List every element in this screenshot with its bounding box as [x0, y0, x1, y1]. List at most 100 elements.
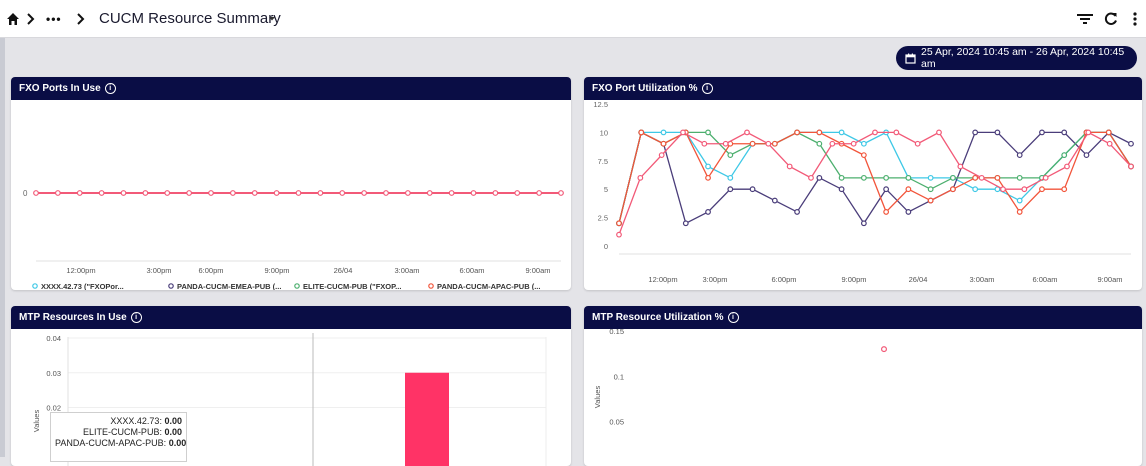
x-tick-label: 6:00pm: [198, 266, 223, 275]
legend-label: ELITE-CUCM-PUB ("FXOP...: [303, 282, 401, 290]
info-icon[interactable]: i: [104, 83, 116, 94]
data-point: [33, 190, 39, 196]
data-point: [936, 129, 942, 136]
data-point: [426, 190, 433, 196]
tooltip-row: ELITE-CUCM-PUB: 0.00: [82, 427, 182, 437]
data-point: [771, 140, 778, 147]
data-point: [1042, 174, 1049, 181]
page-title: CUCM Resource Summary: [99, 10, 281, 27]
data-point: [950, 186, 956, 193]
refresh-icon[interactable]: [1104, 0, 1118, 37]
legend-marker: [32, 283, 38, 289]
data-point: [972, 174, 979, 181]
x-tick-label: 6:00pm: [771, 275, 796, 284]
data-point: [957, 163, 964, 170]
data-point: [339, 190, 346, 196]
data-point: [142, 190, 149, 196]
legend-marker: [168, 283, 174, 289]
data-point: [705, 129, 711, 136]
data-point: [838, 129, 845, 136]
title-dropdown-icon[interactable]: [268, 0, 276, 37]
info-icon[interactable]: i: [727, 312, 739, 323]
data-point: [208, 190, 214, 196]
y-tick-label: 5: [604, 185, 608, 194]
data-point: [905, 186, 912, 193]
data-point: [120, 190, 127, 196]
bar: [405, 372, 449, 466]
panel-title: FXO Ports In Use: [19, 83, 101, 94]
data-point: [98, 190, 105, 196]
legend-marker: [294, 283, 300, 289]
left-rail: [0, 38, 5, 457]
date-range-button[interactable]: 25 Apr, 2024 10:45 am - 26 Apr, 2024 10:…: [896, 46, 1137, 70]
data-point: [794, 209, 800, 215]
fxo-utilization-chart: 0 2.5 5 7.5 10 12.5 12:00pm 3:00pm 6:00pm 9:00pm 2…: [593, 100, 1134, 284]
data-point: [749, 186, 756, 193]
panel-header: FXO Ports In Use i: [11, 77, 571, 100]
data-point: [838, 174, 845, 181]
fxo-ports-chart: 0 12:00pm 3:00pm 6:00pm 9:00pm 26/04 3:00am 6:0…: [23, 189, 564, 290]
data-point: [660, 129, 667, 136]
y-tick-label: 0.15: [609, 329, 624, 336]
panel-fxo-ports-in-use: FXO Ports In Use i 0 12:00pm 3:00pm 6:00pm 9…: [11, 77, 571, 290]
data-point: [164, 190, 171, 196]
x-tick-label: 6:00am: [1032, 275, 1057, 284]
data-point: [616, 231, 622, 238]
data-point: [1039, 129, 1045, 136]
data-point: [536, 190, 543, 196]
data-point: [1061, 129, 1068, 136]
data-point: [905, 174, 912, 181]
home-icon[interactable]: [6, 0, 20, 37]
calendar-icon: [905, 53, 916, 64]
info-icon[interactable]: i: [130, 312, 142, 323]
data-point: [361, 190, 368, 196]
data-point: [972, 129, 979, 136]
x-tick-label: 26/04: [334, 266, 353, 275]
data-point: [994, 174, 1001, 181]
data-point: [705, 174, 711, 181]
data-point: [682, 220, 689, 227]
data-point: [1128, 163, 1134, 170]
data-point: [883, 209, 890, 215]
data-point: [860, 220, 867, 227]
x-tick-label: 3:00am: [969, 275, 994, 284]
more-vertical-icon[interactable]: [1133, 0, 1137, 37]
y-axis-label: Values: [32, 410, 41, 433]
data-point: [860, 174, 867, 181]
x-tick-label: 9:00pm: [841, 275, 866, 284]
x-tick-label: 9:00am: [1097, 275, 1122, 284]
data-point: [1083, 152, 1090, 159]
data-point: [705, 163, 711, 170]
data-point: [771, 197, 778, 204]
data-point: [616, 220, 622, 227]
info-icon[interactable]: i: [701, 83, 713, 94]
y-tick-label: 10: [600, 128, 608, 137]
data-point: [829, 140, 836, 147]
y-axis-label: Values: [593, 386, 602, 409]
data-point: [816, 140, 823, 147]
y-tick-label: 0.1: [614, 372, 624, 381]
panel-fxo-port-utilization: FXO Port Utilization % i 0 2.5 5 7.5 10 12.5 1…: [584, 77, 1142, 290]
data-point: [54, 190, 61, 196]
filter-icon[interactable]: [1077, 0, 1093, 37]
x-tick-label: 12:00pm: [648, 275, 677, 284]
data-point: [816, 174, 823, 181]
data-point: [816, 129, 823, 136]
data-point: [1039, 186, 1045, 193]
data-point: [881, 346, 888, 353]
data-point: [1106, 140, 1113, 147]
data-point: [680, 129, 686, 136]
data-point: [186, 190, 193, 196]
breadcrumb-more[interactable]: •••: [46, 0, 62, 37]
y-tick-label: 0.03: [46, 369, 61, 378]
panel-title: FXO Port Utilization %: [592, 83, 698, 94]
legend-label: PANDA-CUCM-APAC-PUB (...: [437, 282, 540, 290]
data-point: [317, 190, 324, 196]
y-tick-label: 0.05: [609, 418, 624, 427]
data-point: [660, 140, 667, 147]
data-point: [1064, 163, 1070, 170]
x-tick-label: 3:00pm: [702, 275, 727, 284]
data-point: [978, 174, 985, 181]
panel-mtp-resource-utilization: MTP Resource Utilization % i 0.05 0.1 0.15…: [584, 306, 1142, 466]
data-point: [950, 174, 956, 181]
